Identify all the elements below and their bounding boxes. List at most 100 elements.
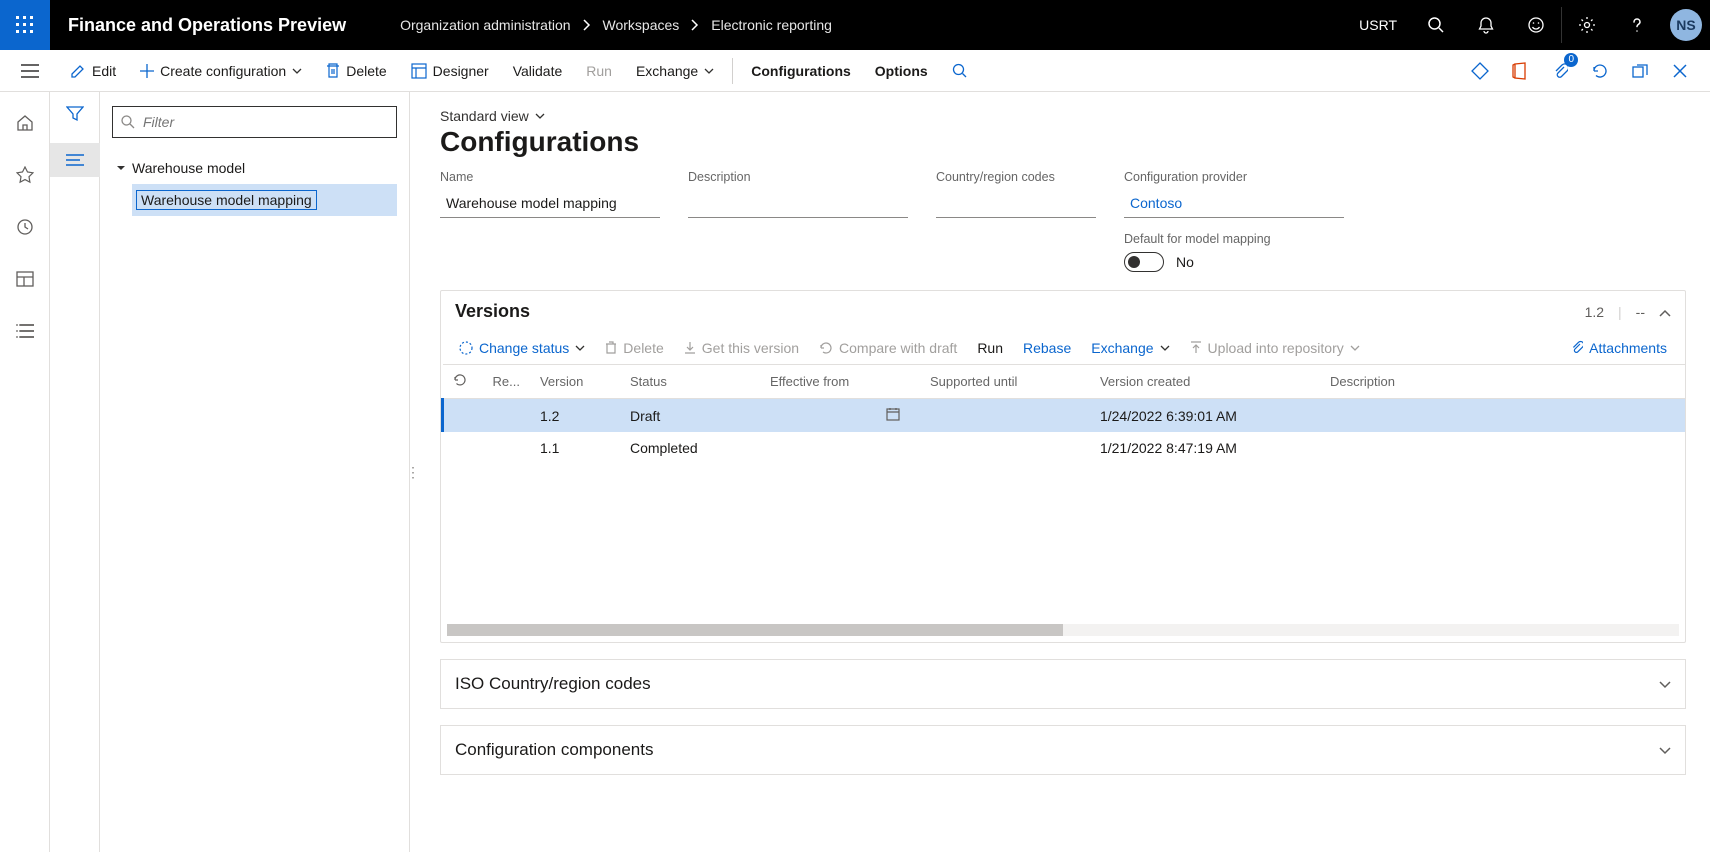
cell-status: Draft [620,399,760,433]
versions-header-dashes: -- [1636,304,1645,320]
name-value[interactable]: Warehouse model mapping [440,188,660,218]
page-title: Configurations [440,126,1686,158]
cell-effective[interactable] [760,399,920,433]
refresh-icon [1591,62,1609,80]
list-icon [16,324,34,338]
designer-button[interactable]: Designer [399,50,501,92]
validate-label: Validate [513,63,563,79]
filter-input[interactable] [112,106,397,138]
exchange-button[interactable]: Exchange [624,50,726,92]
breadcrumb-item[interactable]: Workspaces [603,17,680,33]
diamond-icon [1471,62,1489,80]
configurations-tab[interactable]: Configurations [739,50,863,92]
upload-icon [1190,341,1202,355]
version-run-button[interactable]: Run [969,336,1011,360]
breadcrumb-item[interactable]: Electronic reporting [711,17,832,33]
help-button[interactable] [1612,0,1662,50]
col-supported[interactable]: Supported until [920,365,1090,399]
view-label: Standard view [440,108,529,124]
recent-button[interactable] [7,212,43,242]
help-icon [1628,16,1646,34]
cell-supported [920,399,1090,433]
search-icon [1427,16,1445,34]
settings-button[interactable] [1562,0,1612,50]
refresh-column[interactable] [443,365,483,399]
create-configuration-button[interactable]: Create configuration [128,50,314,92]
attachments-button[interactable]: 0 [1542,53,1578,89]
country-value[interactable] [936,188,1096,218]
col-description[interactable]: Description [1320,365,1685,399]
col-created[interactable]: Version created [1090,365,1320,399]
col-status[interactable]: Status [620,365,760,399]
cell-effective [760,432,920,464]
paperclip-icon [1571,340,1583,356]
create-label: Create configuration [160,63,286,79]
list-view-button[interactable] [50,143,100,177]
edit-button[interactable]: Edit [58,50,128,92]
popout-button[interactable] [1622,53,1658,89]
actionbar-search-button[interactable] [940,50,980,92]
get-version-button: Get this version [676,336,807,360]
default-mapping-toggle[interactable] [1124,252,1164,272]
breadcrumb: Organization administration Workspaces E… [400,17,832,33]
col-version[interactable]: Version [530,365,620,399]
version-attachments-button[interactable]: Attachments [1563,336,1675,360]
popout-icon [1632,64,1648,78]
collapse-button[interactable] [1659,304,1671,320]
validate-button[interactable]: Validate [501,50,575,92]
waffle-button[interactable] [0,0,50,50]
components-card[interactable]: Configuration components [440,725,1686,775]
chevron-down-icon [1659,747,1671,755]
tree-node-child[interactable]: Warehouse model mapping [132,184,397,216]
avatar[interactable]: NS [1670,9,1702,41]
compare-label: Compare with draft [839,340,957,356]
version-exchange-label: Exchange [1091,340,1153,356]
rebase-button[interactable]: Rebase [1015,336,1079,360]
notifications-button[interactable] [1461,0,1511,50]
home-button[interactable] [7,108,43,138]
version-delete-label: Delete [623,340,663,356]
filter-field[interactable] [141,113,388,131]
tree: Warehouse model Warehouse model mapping [112,152,397,216]
change-status-button[interactable]: Change status [451,336,593,360]
table-row[interactable]: 1.1 Completed 1/21/2022 8:47:19 AM [443,432,1686,464]
delete-button[interactable]: Delete [314,50,398,92]
col-re[interactable]: Re... [483,365,530,399]
office-icon [1512,62,1528,80]
office-button[interactable] [1502,53,1538,89]
close-button[interactable] [1662,53,1698,89]
modules-button[interactable] [7,316,43,346]
feedback-button[interactable] [1511,0,1561,50]
show-form-button[interactable] [1462,53,1498,89]
hamburger-icon [21,64,39,78]
options-label: Options [875,63,928,79]
calendar-icon [886,407,900,421]
status-icon [459,341,473,355]
favorites-button[interactable] [7,160,43,190]
company-code[interactable]: USRT [1345,17,1411,33]
refresh-button[interactable] [1582,53,1618,89]
grid-hscroll[interactable] [447,624,1679,636]
col-effective[interactable]: Effective from [760,365,920,399]
tree-node-root[interactable]: Warehouse model [112,152,397,184]
breadcrumb-item[interactable]: Organization administration [400,17,570,33]
bell-icon [1477,16,1495,34]
chevron-right-icon [691,19,699,31]
gear-icon [1578,16,1596,34]
view-selector[interactable]: Standard view [440,108,1686,124]
tree-panel: Warehouse model Warehouse model mapping [50,92,410,852]
refresh-icon [453,373,467,387]
lines-icon [66,154,84,166]
version-exchange-button[interactable]: Exchange [1083,336,1177,360]
table-row[interactable]: 1.2 Draft 1/24/2022 6:39:01 AM [443,399,1686,433]
iso-card[interactable]: ISO Country/region codes [440,659,1686,709]
actionbar-right: 0 [1462,53,1698,89]
options-tab[interactable]: Options [863,50,940,92]
workspaces-button[interactable] [7,264,43,294]
provider-value[interactable]: Contoso [1124,188,1344,218]
hamburger-button[interactable] [12,56,48,86]
search-button[interactable] [1411,0,1461,50]
filter-button[interactable] [66,106,84,125]
tree-node-label: Warehouse model [132,160,245,176]
description-value[interactable] [688,188,908,218]
